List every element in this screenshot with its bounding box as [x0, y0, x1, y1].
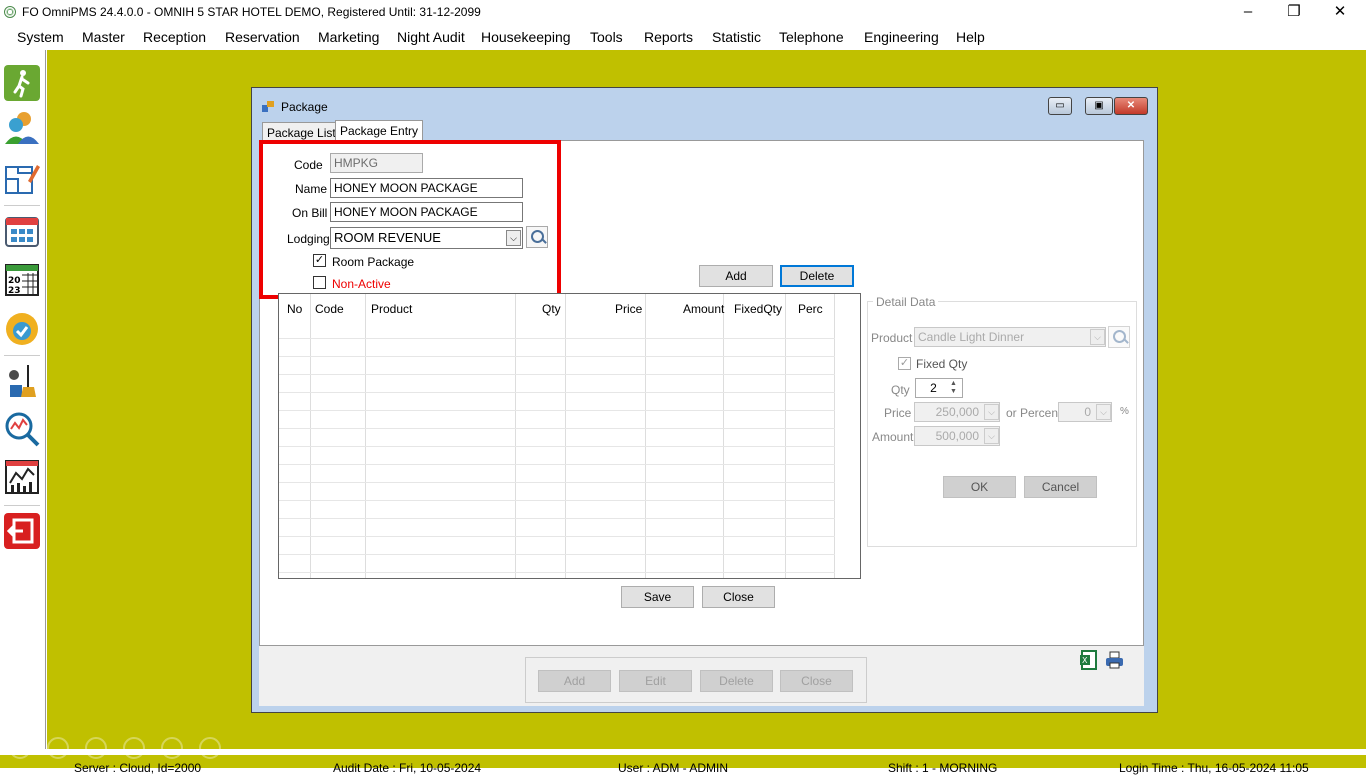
percent-dropdown-icon: ⌵ — [1096, 404, 1111, 420]
status-audit-date: Audit Date : Fri, 10-05-2024 — [333, 761, 482, 775]
menu-reports[interactable]: Reports — [644, 29, 693, 45]
price-dropdown-icon: ⌵ — [984, 404, 999, 420]
title-bar: FO OmniPMS 24.4.0.0 - OMNIH 5 STAR HOTEL… — [0, 0, 1366, 24]
restore-button[interactable]: ❐ — [1274, 2, 1314, 22]
app-title: FO OmniPMS 24.4.0.0 - OMNIH 5 STAR HOTEL… — [22, 5, 481, 19]
menu-help[interactable]: Help — [956, 29, 985, 45]
product-search-icon — [1108, 326, 1130, 348]
status-server: Server : Cloud, Id=2000 — [74, 761, 202, 775]
statistics-chart-icon[interactable] — [4, 459, 40, 495]
package-detail-grid[interactable]: No Code Product Qty Price Amount FixedQt… — [278, 293, 861, 579]
dialog-minimize-button[interactable]: ▭ — [1048, 97, 1072, 115]
bottom-add-button[interactable]: Add — [538, 670, 611, 692]
menu-master[interactable]: Master — [82, 29, 125, 45]
bottom-edit-button[interactable]: Edit — [619, 670, 692, 692]
col-header-perc[interactable]: Perc — [798, 302, 823, 316]
tab-package-list[interactable]: Package List — [262, 122, 341, 142]
tab-package-entry[interactable]: Package Entry — [335, 120, 424, 142]
room-calendar-icon[interactable] — [4, 213, 40, 249]
minimize-button[interactable]: – — [1228, 2, 1268, 22]
faded-nav-toolbar — [2, 737, 232, 759]
close-button[interactable]: Close — [702, 586, 775, 608]
availability-icon[interactable] — [4, 311, 40, 347]
menu-tools[interactable]: Tools — [590, 29, 623, 45]
sidebar: 20 23 — [0, 50, 46, 755]
status-login-time: Login Time : Thu, 16-05-2024 11:05 — [1119, 761, 1309, 775]
col-header-product[interactable]: Product — [371, 302, 412, 316]
menu-marketing[interactable]: Marketing — [318, 29, 379, 45]
highlight-box — [259, 140, 561, 299]
or-percent-label: or Percent — [1006, 406, 1062, 420]
amount-dropdown-icon: ⌵ — [984, 428, 999, 444]
col-header-no[interactable]: No — [287, 302, 302, 316]
product-select: Candle Light Dinner — [914, 327, 1106, 347]
menu-statistic[interactable]: Statistic — [712, 29, 761, 45]
dialog-maximize-button[interactable]: ▣ — [1085, 97, 1113, 115]
menu-system[interactable]: System — [17, 29, 64, 45]
detail-data-title: Detail Data — [873, 295, 939, 309]
svg-text:20: 20 — [8, 276, 21, 286]
menu-engineering[interactable]: Engineering — [864, 29, 939, 45]
col-header-qty[interactable]: Qty — [542, 302, 561, 316]
grid-delete-button[interactable]: Delete — [780, 265, 854, 287]
status-shift: Shift : 1 - MORNING — [888, 761, 998, 775]
percent-sign: % — [1120, 406, 1129, 417]
fixed-qty-checkbox: ✓ — [898, 357, 911, 370]
grid-add-button[interactable]: Add — [699, 265, 773, 287]
walk-in-icon[interactable] — [4, 65, 40, 101]
menu-night-audit[interactable]: Night Audit — [397, 29, 465, 45]
col-header-price[interactable]: Price — [615, 302, 642, 316]
floor-plan-icon[interactable] — [4, 161, 40, 197]
menu-reception[interactable]: Reception — [143, 29, 206, 45]
stepper-arrows-icon[interactable]: ▲ ▼ — [947, 380, 960, 396]
bottom-close-button[interactable]: Close — [780, 670, 853, 692]
product-dropdown-icon: ⌵ — [1090, 329, 1105, 345]
app-logo-icon — [4, 6, 16, 18]
col-header-code[interactable]: Code — [315, 302, 344, 316]
detail-ok-button[interactable]: OK — [943, 476, 1016, 498]
product-label: Product — [871, 331, 913, 345]
detail-cancel-button[interactable]: Cancel — [1024, 476, 1097, 498]
logout-icon[interactable] — [4, 513, 40, 549]
calendar-2023-icon[interactable]: 20 23 — [4, 261, 40, 297]
close-window-button[interactable]: ✕ — [1320, 2, 1360, 22]
price-label: Price — [884, 406, 912, 420]
qty-label: Qty — [891, 383, 910, 397]
col-header-fixedqty[interactable]: FixedQty — [734, 302, 782, 316]
menu-reservation[interactable]: Reservation — [225, 29, 300, 45]
housekeeping-icon[interactable] — [4, 363, 40, 399]
status-user: User : ADM - ADMIN — [618, 761, 729, 775]
guests-icon[interactable] — [4, 109, 40, 145]
svg-text:23: 23 — [8, 286, 21, 296]
excel-export-icon[interactable]: X — [1080, 650, 1100, 670]
amount-label: Amount — [872, 430, 914, 444]
menu-housekeeping[interactable]: Housekeeping — [481, 29, 571, 45]
analysis-search-icon[interactable] — [4, 411, 40, 447]
bottom-delete-button[interactable]: Delete — [700, 670, 773, 692]
menu-telephone[interactable]: Telephone — [779, 29, 844, 45]
col-header-amount[interactable]: Amount — [683, 302, 724, 316]
package-window-icon — [262, 101, 274, 113]
print-icon[interactable] — [1105, 651, 1125, 669]
svg-text:X: X — [1082, 656, 1088, 665]
save-button[interactable]: Save — [621, 586, 694, 608]
dialog-close-button[interactable]: ✕ — [1114, 97, 1148, 115]
dialog-title: Package — [281, 100, 328, 114]
fixed-qty-label: Fixed Qty — [916, 357, 968, 371]
